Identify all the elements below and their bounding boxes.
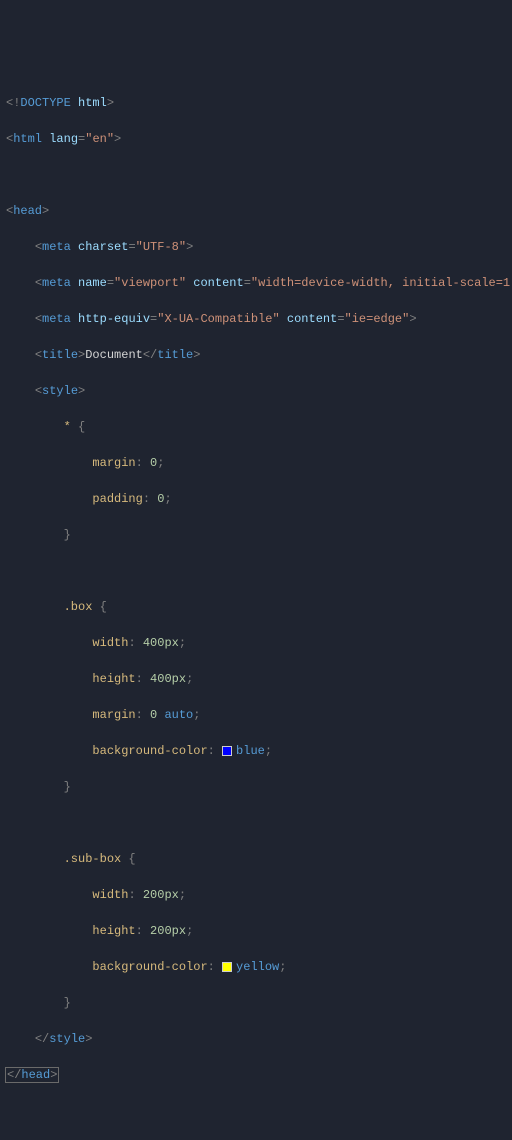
code-line: * { bbox=[6, 418, 506, 436]
code-line: padding: 0; bbox=[6, 490, 506, 508]
code-line bbox=[6, 814, 506, 832]
code-line: margin: 0; bbox=[6, 454, 506, 472]
code-line: width: 400px; bbox=[6, 634, 506, 652]
code-line: .box { bbox=[6, 598, 506, 616]
color-swatch-icon bbox=[222, 962, 232, 972]
code-line: <body> bbox=[6, 1138, 506, 1140]
code-line: background-color: yellow; bbox=[6, 958, 506, 976]
code-line: .sub-box { bbox=[6, 850, 506, 868]
code-line: <meta http-equiv="X-UA-Compatible" conte… bbox=[6, 310, 506, 328]
code-line: margin: 0 auto; bbox=[6, 706, 506, 724]
code-line: } bbox=[6, 778, 506, 796]
code-line bbox=[6, 166, 506, 184]
code-line: height: 200px; bbox=[6, 922, 506, 940]
code-line: <head> bbox=[6, 202, 506, 220]
code-line bbox=[6, 562, 506, 580]
color-swatch-icon bbox=[222, 746, 232, 756]
code-line: background-color: blue; bbox=[6, 742, 506, 760]
code-line: </head> bbox=[6, 1066, 506, 1084]
code-line: <!DOCTYPE html> bbox=[6, 94, 506, 112]
code-line: } bbox=[6, 994, 506, 1012]
code-line: <title>Document</title> bbox=[6, 346, 506, 364]
code-line: </style> bbox=[6, 1030, 506, 1048]
code-line: <meta charset="UTF-8"> bbox=[6, 238, 506, 256]
code-line bbox=[6, 1102, 506, 1120]
cursor-position: </head> bbox=[6, 1068, 58, 1082]
code-line: } bbox=[6, 526, 506, 544]
code-line: <meta name="viewport" content="width=dev… bbox=[6, 274, 506, 292]
code-line: width: 200px; bbox=[6, 886, 506, 904]
code-line: <html lang="en"> bbox=[6, 130, 506, 148]
code-line: <style> bbox=[6, 382, 506, 400]
code-line: height: 400px; bbox=[6, 670, 506, 688]
code-editor[interactable]: <!DOCTYPE html> <html lang="en"> <head> … bbox=[6, 76, 506, 1140]
